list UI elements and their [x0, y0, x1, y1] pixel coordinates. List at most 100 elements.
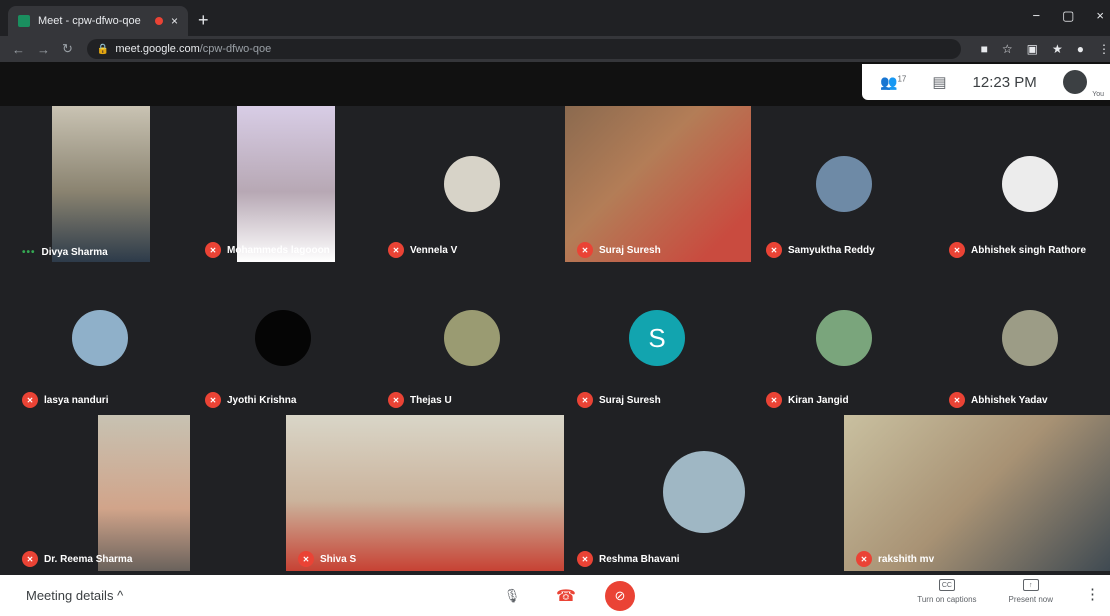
name-tag: ✕ Samyuktha Reddy [766, 242, 875, 258]
video-feed [98, 415, 190, 571]
url-path: /cpw-dfwo-qoe [199, 43, 272, 55]
muted-mic-icon: ✕ [856, 551, 872, 567]
name-tag: ✕ Kiran Jangid [766, 392, 849, 408]
participant-tile[interactable]: ✕ Jyothi Krishna [193, 262, 373, 412]
speaking-indicator-icon: ••• [22, 247, 36, 258]
muted-mic-icon: ✕ [205, 392, 221, 408]
window-controls: − ▢ × [1033, 8, 1104, 24]
captions-icon: CC [938, 579, 955, 591]
video-feed [52, 106, 150, 262]
participant-tile[interactable]: ✕ Suraj Suresh [565, 106, 751, 262]
camera-extension-icon[interactable]: ■ [981, 42, 988, 56]
participant-tile[interactable]: ✕ Kiran Jangid [754, 262, 934, 412]
muted-mic-icon: ✕ [766, 392, 782, 408]
browser-tabstrip: Meet - cpw-dfwo-qoe × + − ▢ × [0, 0, 1110, 36]
extensions-area: ■ ☆ ▣ ★ ● ⋮ [981, 42, 1110, 56]
name-tag: ✕ rakshith mv [856, 551, 934, 567]
close-window-button[interactable]: × [1096, 8, 1104, 24]
browser-menu-icon[interactable]: ⋮ [1098, 42, 1110, 56]
muted-mic-icon: ✕ [205, 242, 221, 258]
name-tag: ✕ Thejas U [388, 392, 452, 408]
meet-favicon-icon [18, 15, 30, 27]
participant-initial-avatar: S [629, 310, 685, 366]
self-avatar [1062, 70, 1087, 94]
participant-name: Reshma Bhavani [599, 553, 680, 565]
camera-off-button[interactable]: ⊘ [605, 581, 635, 611]
microphone-button[interactable]: 🎙 [497, 581, 527, 611]
muted-mic-icon: ✕ [766, 242, 782, 258]
tab-title: Meet - cpw-dfwo-qoe [38, 15, 141, 27]
participant-tile[interactable]: ✕ Shiva S [286, 415, 564, 571]
meeting-details-button[interactable]: Meeting details ^ [26, 588, 123, 603]
participant-name: Suraj Suresh [599, 244, 661, 256]
participant-tile[interactable]: ✕ Thejas U [376, 262, 562, 412]
participant-name: lasya nanduri [44, 394, 109, 406]
maximize-button[interactable]: ▢ [1062, 8, 1074, 24]
more-options-icon[interactable]: ⋮ [1085, 585, 1100, 603]
star-icon[interactable]: ☆ [1002, 42, 1013, 56]
participants-button[interactable]: 👥17 [880, 74, 906, 91]
participant-count: 17 [897, 73, 907, 83]
participant-name: Shiva S [320, 553, 357, 565]
participant-tile[interactable]: ✕ lasya nanduri [10, 262, 190, 412]
name-tag: ✕ Abhishek singh Rathore [949, 242, 1086, 258]
you-label: You [1092, 91, 1104, 98]
participant-avatar [255, 310, 311, 366]
video-feed [844, 415, 1110, 571]
back-arrow-icon[interactable]: ← [12, 42, 25, 57]
muted-mic-icon: ✕ [298, 551, 314, 567]
participant-name: Jyothi Krishna [227, 394, 297, 406]
participant-tile[interactable]: ✕ rakshith mv [844, 415, 1110, 571]
participant-avatar [816, 156, 872, 212]
captions-button[interactable]: CC Turn on captions [917, 579, 977, 604]
participant-avatar [444, 310, 500, 366]
captions-label: Turn on captions [917, 595, 977, 604]
muted-mic-icon: ✕ [949, 392, 965, 408]
muted-mic-icon: ✕ [577, 242, 593, 258]
participant-avatar [1002, 156, 1058, 212]
present-now-button[interactable]: ↑ Present now [1009, 579, 1053, 604]
muted-mic-icon: ✕ [949, 242, 965, 258]
url-field[interactable]: 🔒 meet.google.com/cpw-dfwo-qoe [86, 39, 961, 59]
name-tag: ✕ Suraj Suresh [577, 392, 661, 408]
muted-mic-icon: ✕ [577, 392, 593, 408]
lock-icon: 🔒 [96, 43, 110, 55]
participant-name: Dr. Reema Sharma [44, 553, 133, 565]
chat-icon[interactable]: ▤ [932, 73, 946, 91]
forward-arrow-icon[interactable]: → [37, 42, 50, 57]
muted-mic-icon: ✕ [388, 242, 404, 258]
name-tag: ✕ Suraj Suresh [577, 242, 661, 258]
browser-tab[interactable]: Meet - cpw-dfwo-qoe × [8, 6, 188, 36]
profile-icon[interactable]: ● [1077, 42, 1084, 56]
participant-tile[interactable]: ✕ Reshma Bhavani [565, 415, 841, 571]
new-tab-button[interactable]: + [198, 10, 209, 31]
participant-name: Divya Sharma [41, 247, 108, 258]
minimize-button[interactable]: − [1033, 8, 1041, 24]
participant-avatar [72, 310, 128, 366]
participant-tile[interactable]: ✕ Abhishek singh Rathore [937, 106, 1107, 262]
name-tag: ✕ Mohammeds lagooon [205, 242, 330, 258]
participant-tile[interactable]: S ✕ Suraj Suresh [565, 262, 751, 412]
recording-dot-icon [154, 17, 163, 25]
participant-tile[interactable]: ✕ Abhishek Yadav [937, 262, 1107, 412]
participant-name: Mohammeds lagooon [227, 244, 330, 256]
hang-up-button[interactable]: ☎ [551, 581, 581, 611]
participant-tile[interactable]: ✕ Vennela V [376, 106, 562, 262]
reload-icon[interactable]: ↻ [62, 41, 73, 57]
participant-tile[interactable]: ••• Divya Sharma [10, 106, 190, 262]
video-feed [237, 106, 335, 262]
participant-tile[interactable]: ✕ Mohammeds lagooon [193, 106, 373, 262]
extension-icon[interactable]: ▣ [1027, 42, 1038, 56]
puzzle-icon[interactable]: ★ [1052, 42, 1063, 56]
participant-name: rakshith mv [878, 553, 935, 565]
call-controls: 🎙 ☎ ⊘ [497, 581, 635, 611]
meeting-controls-bar: Meeting details ^ 🎙 ☎ ⊘ CC Turn on capti… [0, 575, 1110, 616]
tab-close-button[interactable]: × [171, 14, 178, 28]
participant-tile[interactable]: ✕ Samyuktha Reddy [754, 106, 934, 262]
url-host: meet.google.com [115, 43, 200, 55]
name-tag: ✕ Vennela V [388, 242, 457, 258]
chevron-up-icon: ^ [117, 588, 124, 603]
video-feed [565, 106, 751, 262]
participant-tile[interactable]: ✕ Dr. Reema Sharma [10, 415, 190, 571]
video-grid: ••• Divya Sharma ✕ Mohammeds lagooon ✕ Venn… [0, 106, 1110, 571]
